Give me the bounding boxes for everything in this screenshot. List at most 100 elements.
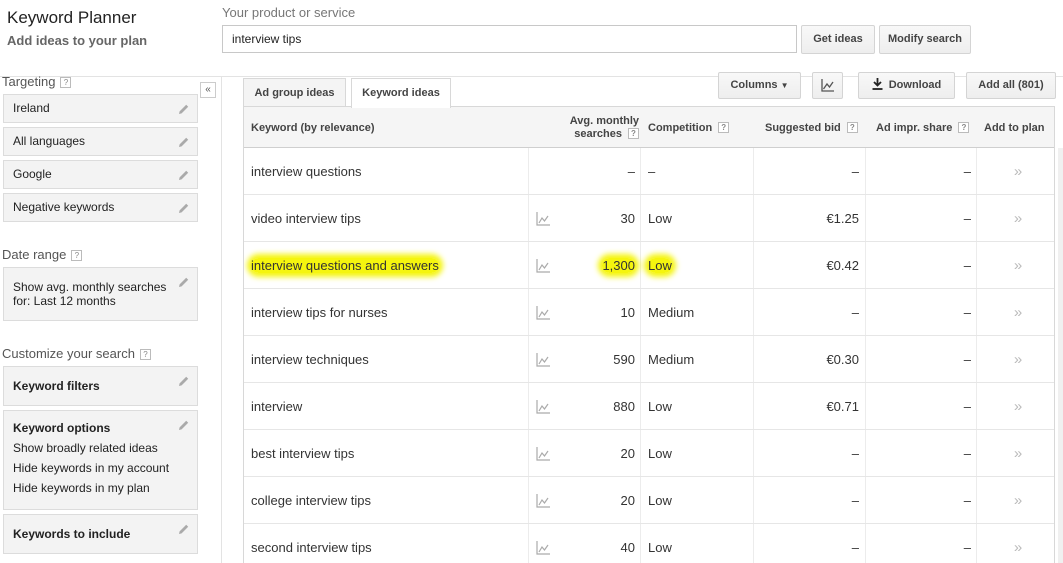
add-to-plan-icon[interactable]: » bbox=[984, 524, 1052, 563]
impr-share-cell: – bbox=[963, 446, 971, 461]
avg-searches-cell: 20 bbox=[620, 493, 635, 508]
trend-chart-icon[interactable] bbox=[536, 494, 550, 508]
competition-cell: Medium bbox=[648, 352, 695, 367]
trend-chart-icon[interactable] bbox=[536, 541, 550, 555]
trend-chart-icon[interactable] bbox=[536, 447, 550, 461]
trend-chart-icon[interactable] bbox=[536, 259, 550, 273]
pencil-icon[interactable] bbox=[178, 202, 190, 214]
trend-chart-icon[interactable] bbox=[536, 306, 550, 320]
table-row[interactable]: college interview tips 20 Low – –» bbox=[244, 477, 1054, 524]
targeting-label: Targeting? bbox=[2, 74, 72, 89]
impr-share-cell: – bbox=[963, 258, 971, 273]
targeting-language[interactable]: All languages bbox=[3, 127, 198, 156]
avg-searches-cell: 1,300 bbox=[602, 258, 635, 273]
suggested-bid-cell: €1.25 bbox=[826, 211, 859, 226]
app-subtitle: Add ideas to your plan bbox=[7, 33, 148, 48]
add-to-plan-icon[interactable]: » bbox=[984, 195, 1052, 242]
customize-label: Customize your search? bbox=[2, 346, 151, 361]
pencil-icon[interactable] bbox=[178, 523, 190, 535]
pencil-icon[interactable] bbox=[178, 276, 190, 288]
keyword-cell: interview questions bbox=[251, 164, 362, 179]
col-impr-header[interactable]: Ad impr. share? bbox=[876, 107, 970, 148]
suggested-bid-cell: €0.42 bbox=[826, 258, 859, 273]
chart-toggle-button[interactable] bbox=[812, 72, 843, 99]
download-button[interactable]: Download bbox=[858, 72, 955, 99]
pencil-icon[interactable] bbox=[178, 375, 190, 387]
trend-chart-icon[interactable] bbox=[536, 400, 550, 414]
impr-share-cell: – bbox=[963, 399, 971, 414]
help-icon[interactable]: ? bbox=[60, 77, 72, 88]
avg-searches-cell: 30 bbox=[620, 211, 635, 226]
modify-search-button[interactable]: Modify search bbox=[879, 25, 971, 54]
product-search-input[interactable] bbox=[222, 25, 797, 53]
table-row[interactable]: interview questions – – – –» bbox=[244, 148, 1054, 195]
keyword-options-title: Keyword options bbox=[13, 421, 111, 435]
table-row[interactable]: interview tips for nurses 10 Medium – –» bbox=[244, 289, 1054, 336]
pencil-icon[interactable] bbox=[178, 103, 190, 115]
competition-cell: Low bbox=[648, 399, 672, 414]
add-to-plan-icon[interactable]: » bbox=[984, 242, 1052, 289]
collapse-icon[interactable]: « bbox=[200, 82, 216, 98]
table-row[interactable]: interview techniques 590 Medium €0.30 –» bbox=[244, 336, 1054, 383]
suggested-bid-cell: – bbox=[851, 493, 859, 508]
pencil-icon[interactable] bbox=[178, 169, 190, 181]
trend-chart-icon[interactable] bbox=[536, 212, 550, 226]
avg-searches-cell: 40 bbox=[620, 540, 635, 555]
pencil-icon[interactable] bbox=[178, 136, 190, 148]
help-icon[interactable]: ? bbox=[718, 122, 730, 133]
table-row[interactable]: interview 880 Low €0.71 –» bbox=[244, 383, 1054, 430]
help-icon[interactable]: ? bbox=[958, 122, 970, 133]
competition-cell: Low bbox=[648, 446, 672, 461]
targeting-network[interactable]: Google bbox=[3, 160, 198, 189]
caret-down-icon: ▼ bbox=[780, 81, 789, 90]
columns-button[interactable]: Columns ▼ bbox=[718, 72, 801, 99]
help-icon[interactable]: ? bbox=[71, 250, 83, 261]
table-row[interactable]: best interview tips 20 Low – –» bbox=[244, 430, 1054, 477]
col-bid-header[interactable]: Suggested bid? bbox=[765, 107, 858, 148]
keywords-to-include-box[interactable]: Keywords to include bbox=[3, 514, 198, 554]
add-to-plan-icon[interactable]: » bbox=[984, 148, 1052, 195]
add-to-plan-icon[interactable]: » bbox=[984, 383, 1052, 430]
suggested-bid-cell: – bbox=[851, 446, 859, 461]
add-to-plan-icon[interactable]: » bbox=[984, 336, 1052, 383]
app-title: Keyword Planner bbox=[7, 8, 137, 27]
table-row[interactable]: second interview tips 40 Low – –» bbox=[244, 524, 1054, 563]
help-icon[interactable]: ? bbox=[139, 349, 151, 360]
date-range-box[interactable]: Show avg. monthly searches for: Last 12 … bbox=[3, 267, 198, 321]
tab-keyword-ideas[interactable]: Keyword ideas bbox=[351, 78, 451, 108]
impr-share-cell: – bbox=[963, 164, 971, 179]
add-to-plan-icon[interactable]: » bbox=[984, 430, 1052, 477]
targeting-negative-keywords[interactable]: Negative keywords bbox=[3, 193, 198, 222]
col-searches-header[interactable]: Avg. monthly searches? bbox=[549, 107, 639, 148]
suggested-bid-cell: – bbox=[851, 540, 859, 555]
keyword-option: Show broadly related ideas bbox=[13, 441, 158, 455]
add-all-button[interactable]: Add all (801) bbox=[966, 72, 1056, 99]
download-icon bbox=[872, 78, 883, 90]
trend-chart-icon[interactable] bbox=[536, 353, 550, 367]
scrollbar[interactable] bbox=[1058, 148, 1063, 563]
keyword-cell: interview bbox=[251, 399, 303, 414]
tab-ad-group-ideas[interactable]: Ad group ideas bbox=[243, 78, 346, 107]
keyword-option: Hide keywords in my account bbox=[13, 461, 170, 475]
pencil-icon[interactable] bbox=[178, 419, 190, 431]
help-icon[interactable]: ? bbox=[628, 127, 639, 139]
keyword-cell: college interview tips bbox=[251, 493, 371, 508]
keyword-cell: interview questions and answers bbox=[251, 258, 439, 273]
chart-icon bbox=[820, 79, 834, 92]
impr-share-cell: – bbox=[963, 493, 971, 508]
table-row[interactable]: interview questions and answers 1,300 Low €… bbox=[244, 242, 1054, 289]
keyword-options-box[interactable]: Keyword options Show broadly related ide… bbox=[3, 410, 198, 510]
keyword-cell: best interview tips bbox=[251, 446, 355, 461]
targeting-location[interactable]: Ireland bbox=[3, 94, 198, 123]
help-icon[interactable]: ? bbox=[846, 122, 858, 133]
get-ideas-button[interactable]: Get ideas bbox=[801, 25, 875, 54]
col-competition-header[interactable]: Competition? bbox=[648, 107, 730, 148]
competition-cell: – bbox=[648, 164, 656, 179]
add-to-plan-icon[interactable]: » bbox=[984, 477, 1052, 524]
table-row[interactable]: video interview tips 30 Low €1.25 –» bbox=[244, 195, 1054, 242]
col-keyword-header[interactable]: Keyword (by relevance) bbox=[251, 107, 375, 148]
keyword-ideas-table: Keyword (by relevance) Avg. monthly sear… bbox=[243, 106, 1055, 563]
date-range-label: Date range? bbox=[2, 247, 83, 262]
keyword-filters-box[interactable]: Keyword filters bbox=[3, 366, 198, 406]
add-to-plan-icon[interactable]: » bbox=[984, 289, 1052, 336]
